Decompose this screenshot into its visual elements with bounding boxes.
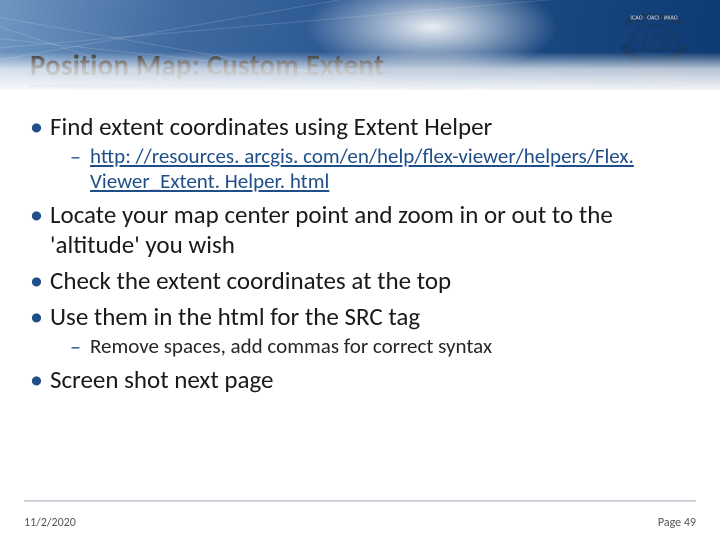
- list-item: Remove spaces, add commas for correct sy…: [50, 334, 696, 359]
- list-item: Use them in the html for the SRC tag Rem…: [24, 302, 696, 359]
- page-title: Position Map: Custom Extent: [30, 47, 590, 83]
- icao-logo-icon: ICAO · OACI · ИКАО: [608, 6, 700, 90]
- list-item: Check the extent coordinates at the top: [24, 266, 696, 296]
- list-item: Find extent coordinates using Extent Hel…: [24, 112, 696, 194]
- bullet-text: Find extent coordinates using Extent Hel…: [50, 111, 492, 142]
- bullet-text: Screen shot next page: [50, 364, 273, 395]
- bullet-text: Use them in the html for the SRC tag: [50, 301, 420, 332]
- footer-page: Page 49: [658, 516, 696, 530]
- list-item: Screen shot next page: [24, 365, 696, 395]
- list-item: http: //resources. arcgis. com/en/help/f…: [50, 144, 696, 194]
- sub-bullet-text: Remove spaces, add commas for correct sy…: [90, 333, 492, 359]
- list-item: Locate your map center point and zoom in…: [24, 200, 696, 260]
- sub-list: http: //resources. arcgis. com/en/help/f…: [50, 144, 696, 194]
- extent-helper-link[interactable]: http: //resources. arcgis. com/en/help/f…: [90, 143, 634, 194]
- slide: Position Map: Custom Extent ICAO · OACI …: [0, 0, 720, 540]
- bullet-text: Check the extent coordinates at the top: [50, 265, 451, 296]
- svg-text:ICAO · OACI · ИКАО: ICAO · OACI · ИКАО: [630, 15, 677, 21]
- bullet-list: Find extent coordinates using Extent Hel…: [24, 112, 696, 395]
- title-underline: [30, 85, 590, 88]
- footer-rule: [24, 500, 696, 502]
- icao-logo: ICAO · OACI · ИКАО: [606, 6, 702, 90]
- header-band: Position Map: Custom Extent ICAO · OACI …: [0, 0, 720, 90]
- title-block: Position Map: Custom Extent: [30, 47, 590, 88]
- content-area: Find extent coordinates using Extent Hel…: [0, 90, 720, 494]
- footer-date: 11/2/2020: [24, 516, 76, 530]
- footer: 11/2/2020 Page 49: [0, 494, 720, 540]
- bullet-text: Locate your map center point and zoom in…: [50, 199, 613, 260]
- sub-list: Remove spaces, add commas for correct sy…: [50, 334, 696, 359]
